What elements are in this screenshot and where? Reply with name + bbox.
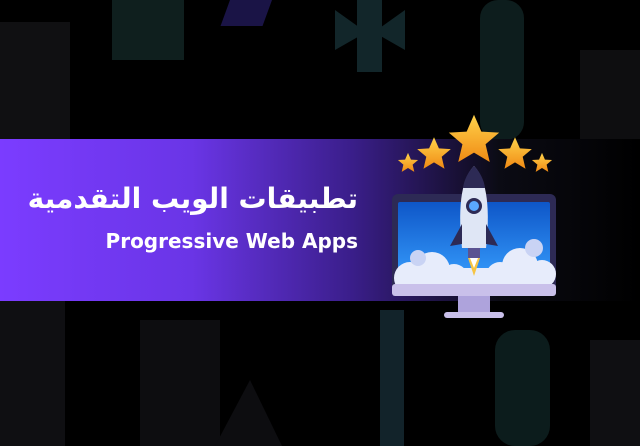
bg-block-bottom-left [0, 300, 65, 446]
star-icon [531, 152, 553, 172]
star-icon [397, 152, 419, 172]
star-icon [498, 137, 532, 169]
bg-bar-bottom [380, 310, 404, 446]
hero-banner: تطبيقات الويب التقدمية Progressive Web A… [0, 0, 640, 446]
bg-block-bottom-far-right [590, 340, 640, 446]
bg-block-bottom-mid-left [140, 320, 220, 446]
bg-block-top-left [0, 22, 70, 140]
title-english: Progressive Web Apps [105, 229, 358, 253]
star-icon [417, 137, 451, 169]
star-icon [448, 114, 500, 163]
title-arabic: تطبيقات الويب التقدمية [27, 182, 358, 215]
bg-triangle-bottom [215, 380, 282, 446]
bg-slash-purple [220, 0, 272, 26]
bg-block-bottom-right [495, 330, 550, 446]
pwa-illustration [392, 114, 556, 318]
bg-asterisk-stem [357, 0, 382, 72]
bg-block-top-teal [112, 0, 184, 60]
